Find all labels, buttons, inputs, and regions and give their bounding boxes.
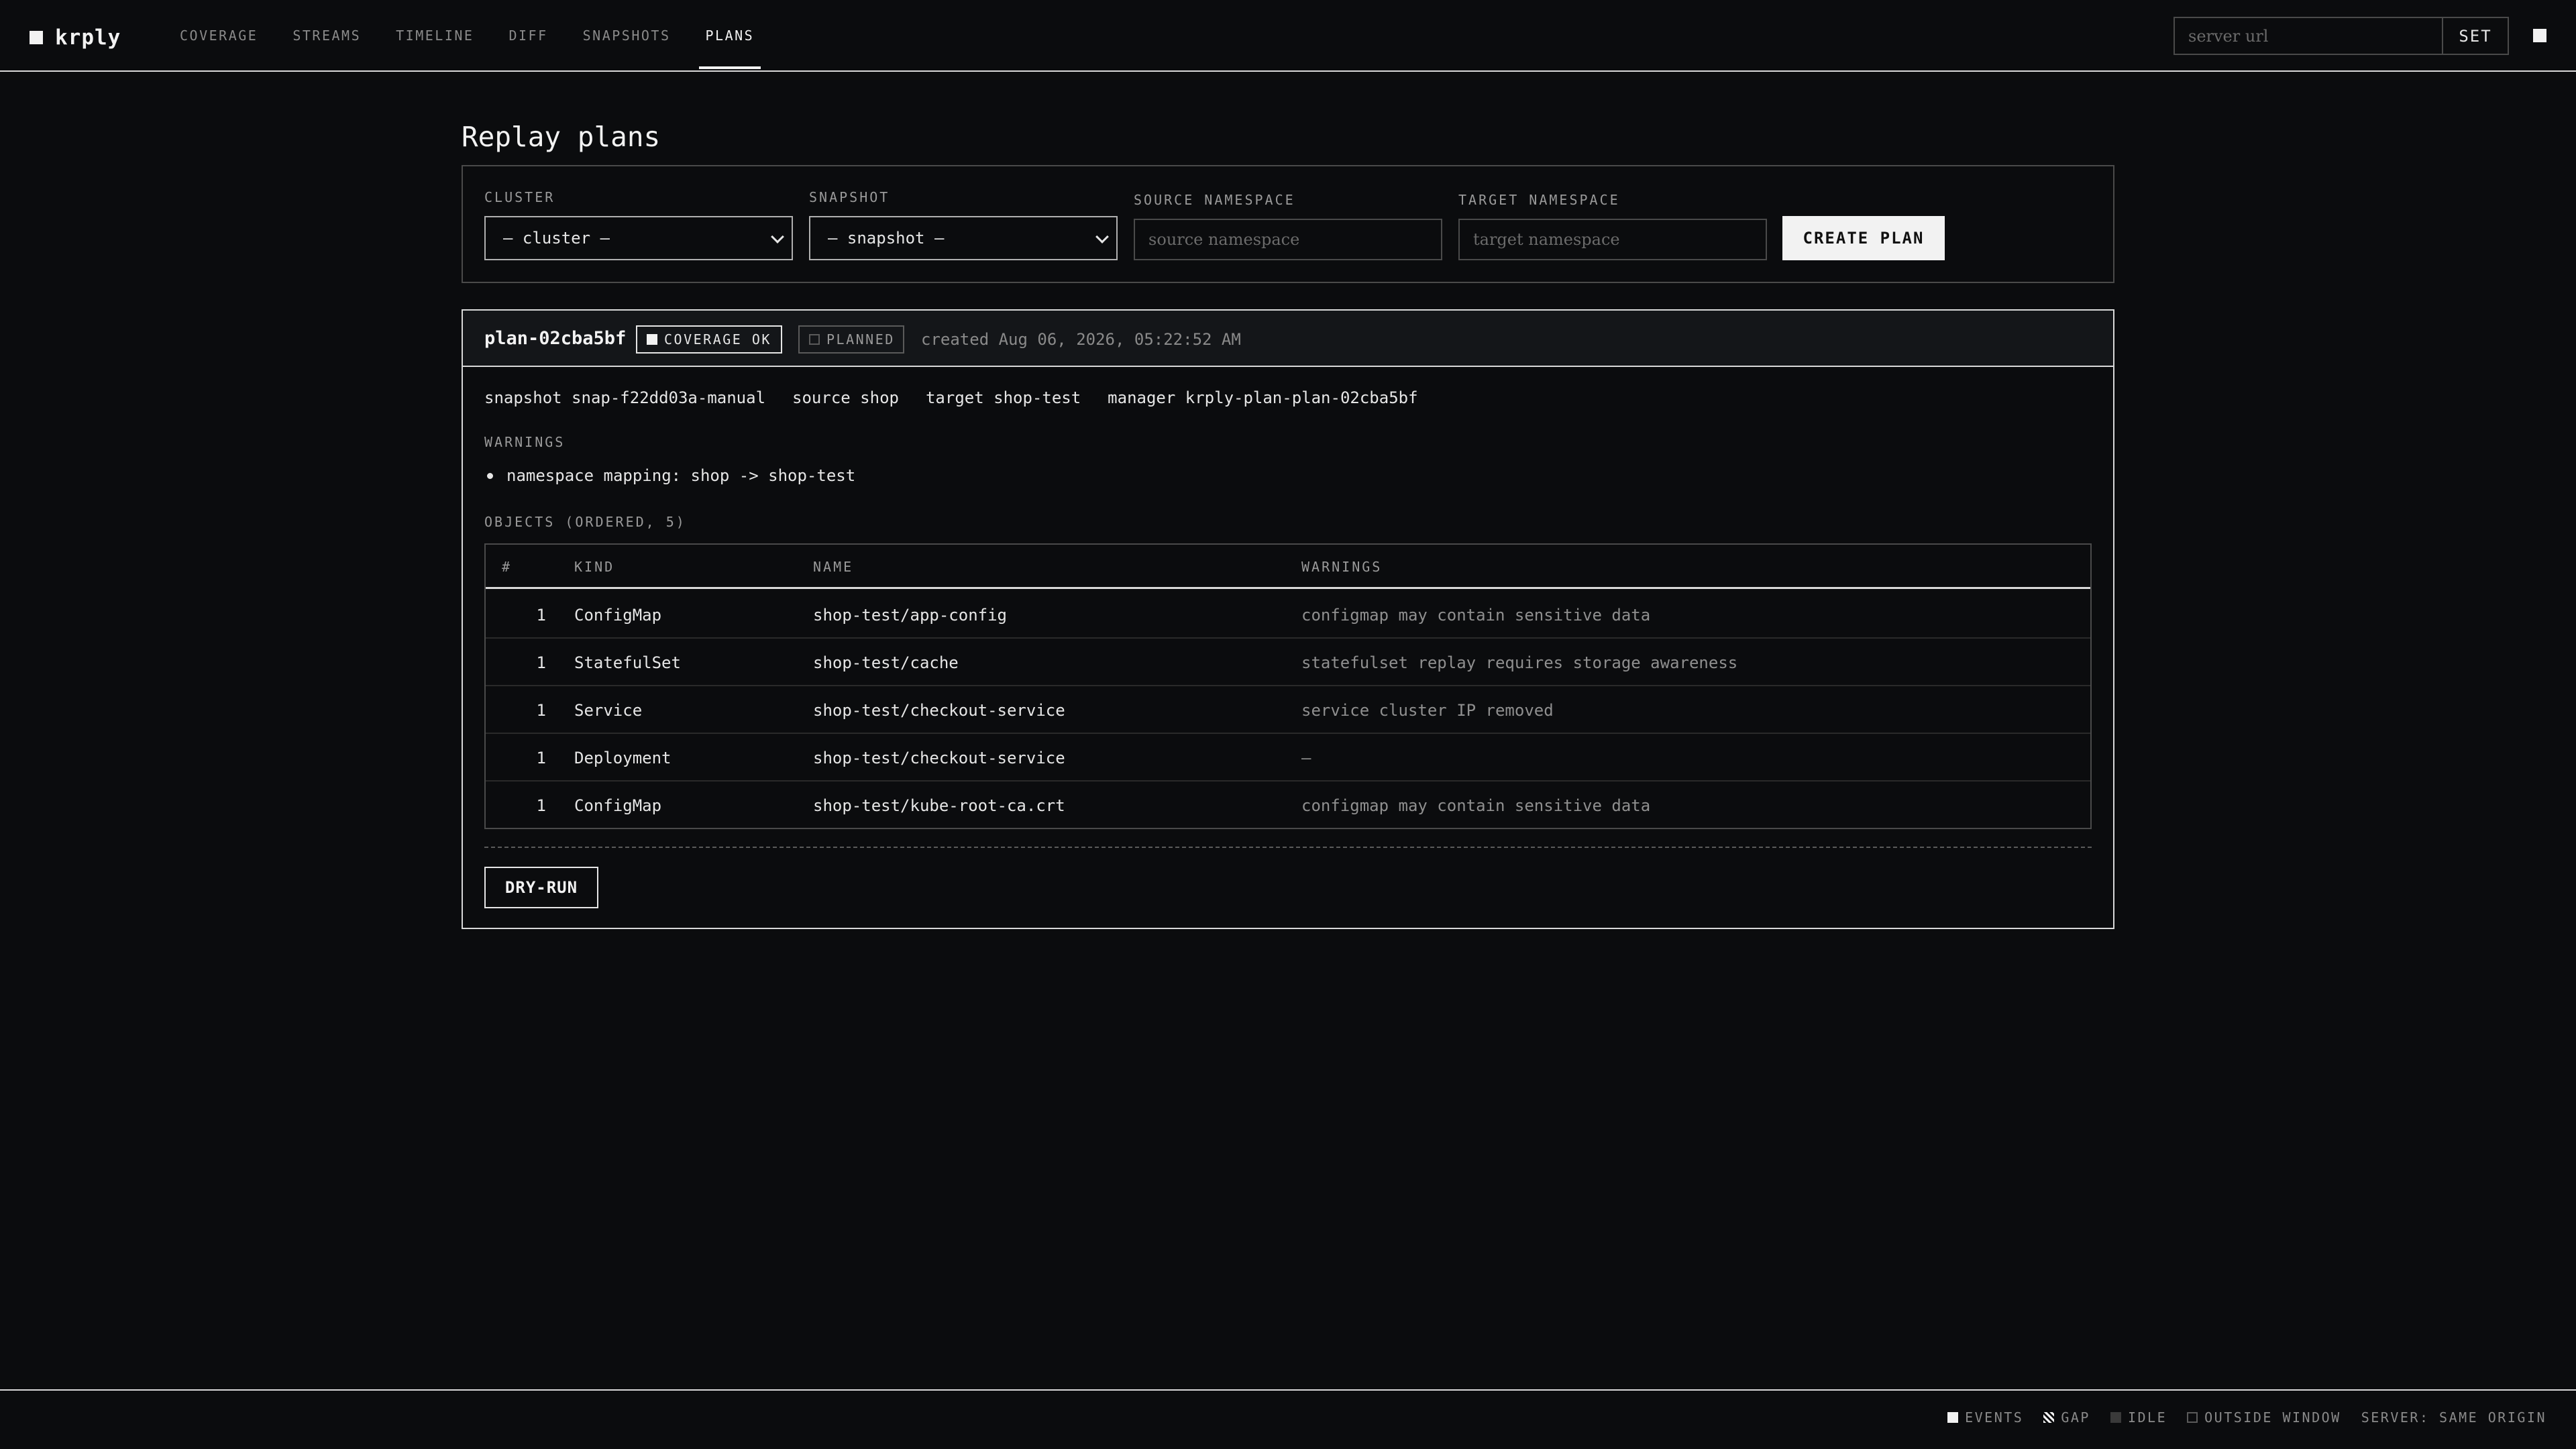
nav-tab-diff[interactable]: DIFF [502, 0, 554, 70]
table-row: 1 StatefulSet shop-test/cache statefulse… [486, 639, 2090, 686]
legend-gap-label: GAP [2061, 1409, 2090, 1426]
source-namespace-input[interactable] [1134, 219, 1442, 260]
warning-text: namespace mapping: shop -> shop-test [506, 466, 856, 485]
nav-tab-streams[interactable]: STREAMS [286, 0, 368, 70]
status-badge-label: PLANNED [826, 331, 895, 347]
main-nav: COVERAGE STREAMS TIMELINE DIFF SNAPSHOTS… [173, 0, 782, 70]
row-warning: configmap may contain sensitive data [1301, 606, 1651, 625]
meta-target: target shop-test [925, 388, 1081, 407]
create-plan-button[interactable]: CREATE PLAN [1782, 216, 1945, 260]
snapshot-label: SNAPSHOT [809, 189, 890, 205]
row-warning: — [1301, 749, 1311, 767]
row-index: 1 [536, 796, 546, 815]
created-timestamp: created Aug 06, 2026, 05:22:52 AM [921, 330, 1241, 349]
bullet-icon [487, 472, 493, 479]
brand[interactable]: krply [30, 25, 121, 50]
row-kind: Service [574, 701, 643, 720]
solid-square-icon [647, 334, 657, 345]
nav-tab-timeline[interactable]: TIMELINE [389, 0, 480, 70]
row-kind: Deployment [574, 749, 672, 767]
plan-header: plan-02cba5bf COVERAGE OK PLANNED create… [463, 311, 2113, 367]
row-name: shop-test/cache [813, 653, 959, 672]
meta-snapshot: snapshot snap-f22dd03a-manual [484, 388, 766, 407]
outline-square-icon [2187, 1412, 2198, 1423]
row-kind: ConfigMap [574, 606, 662, 625]
source-namespace-label: SOURCE NAMESPACE [1134, 192, 1295, 208]
plan-id: plan-02cba5bf [484, 328, 627, 349]
legend-outside-window: OUTSIDE WINDOW [2187, 1409, 2341, 1426]
target-namespace-label: TARGET NAMESPACE [1458, 192, 1620, 208]
row-index: 1 [536, 606, 546, 625]
nav-tab-snapshots[interactable]: SNAPSHOTS [576, 0, 678, 70]
objects-table: # KIND NAME WARNINGS 1 ConfigMap shop-te… [484, 543, 2092, 829]
page-title: Replay plans [462, 121, 661, 153]
meta-source: source shop [792, 388, 899, 407]
logo-square-icon [30, 31, 43, 44]
snapshot-select-value: — snapshot — [828, 229, 945, 248]
row-name: shop-test/app-config [813, 606, 1007, 625]
coverage-ok-badge: COVERAGE OK [636, 325, 782, 354]
table-header: # KIND NAME WARNINGS [486, 545, 2090, 589]
row-name: shop-test/checkout-service [813, 749, 1065, 767]
server-url-input[interactable] [2174, 17, 2443, 55]
row-name: shop-test/checkout-service [813, 701, 1065, 720]
row-name: shop-test/kube-root-ca.crt [813, 796, 1065, 815]
legend-events: EVENTS [1947, 1409, 2023, 1426]
row-index: 1 [536, 653, 546, 672]
dashed-divider [484, 847, 2092, 848]
hatched-square-icon [2043, 1412, 2055, 1423]
table-row: 1 Deployment shop-test/checkout-service … [486, 734, 2090, 782]
nav-tab-coverage[interactable]: COVERAGE [173, 0, 264, 70]
planned-status-badge: PLANNED [798, 325, 904, 354]
row-kind: StatefulSet [574, 653, 681, 672]
target-namespace-input[interactable] [1458, 219, 1767, 260]
row-warning: statefulset replay requires storage awar… [1301, 653, 1738, 672]
footer-bar: EVENTS GAP IDLE OUTSIDE WINDOW SERVER: S… [0, 1389, 2576, 1449]
dry-run-button[interactable]: DRY-RUN [484, 867, 598, 908]
outline-square-icon [809, 334, 820, 345]
set-server-button[interactable]: SET [2442, 17, 2509, 55]
row-warning: configmap may contain sensitive data [1301, 796, 1651, 815]
chevron-down-icon [1095, 230, 1109, 244]
cluster-select-value: — cluster — [503, 229, 610, 248]
row-warning: service cluster IP removed [1301, 701, 1554, 720]
column-header-kind: KIND [574, 559, 615, 575]
legend-events-label: EVENTS [1965, 1409, 2024, 1426]
legend: EVENTS GAP IDLE OUTSIDE WINDOW SERVER: S… [1947, 1409, 2546, 1426]
plan-meta: snapshot snap-f22dd03a-manual source sho… [484, 388, 1445, 407]
legend-idle-label: IDLE [2127, 1409, 2167, 1426]
row-index: 1 [536, 749, 546, 767]
server-status: SERVER: SAME ORIGIN [2361, 1409, 2546, 1426]
dim-square-icon [2110, 1412, 2121, 1423]
objects-heading: OBJECTS (ORDERED, 5) [484, 514, 686, 530]
app-name: krply [55, 25, 121, 50]
column-header-warnings: WARNINGS [1301, 559, 1383, 575]
legend-outside-label: OUTSIDE WINDOW [2204, 1409, 2341, 1426]
table-row: 1 ConfigMap shop-test/app-config configm… [486, 591, 2090, 639]
row-index: 1 [536, 701, 546, 720]
table-row: 1 Service shop-test/checkout-service ser… [486, 686, 2090, 734]
column-header-index: # [502, 559, 513, 575]
server-status-label: SERVER: SAME ORIGIN [2361, 1409, 2546, 1426]
column-header-name: NAME [813, 559, 854, 575]
top-nav-bar: krply COVERAGE STREAMS TIMELINE DIFF SNA… [0, 0, 2576, 72]
theme-toggle-icon[interactable] [2533, 29, 2546, 42]
plan-card: plan-02cba5bf COVERAGE OK PLANNED create… [462, 309, 2114, 929]
warnings-heading: WARNINGS [484, 434, 566, 450]
warning-item: namespace mapping: shop -> shop-test [487, 466, 855, 485]
table-row: 1 ConfigMap shop-test/kube-root-ca.crt c… [486, 782, 2090, 829]
chevron-down-icon [771, 230, 784, 244]
snapshot-select[interactable]: — snapshot — [809, 216, 1118, 260]
solid-square-icon [1947, 1412, 1959, 1423]
cluster-select[interactable]: — cluster — [484, 216, 793, 260]
legend-idle: IDLE [2110, 1409, 2167, 1426]
nav-tab-plans[interactable]: PLANS [698, 0, 761, 70]
meta-manager: manager krply-plan-plan-02cba5bf [1108, 388, 1418, 407]
coverage-badge-label: COVERAGE OK [664, 331, 771, 347]
cluster-label: CLUSTER [484, 189, 555, 205]
row-kind: ConfigMap [574, 796, 662, 815]
legend-gap: GAP [2043, 1409, 2090, 1426]
